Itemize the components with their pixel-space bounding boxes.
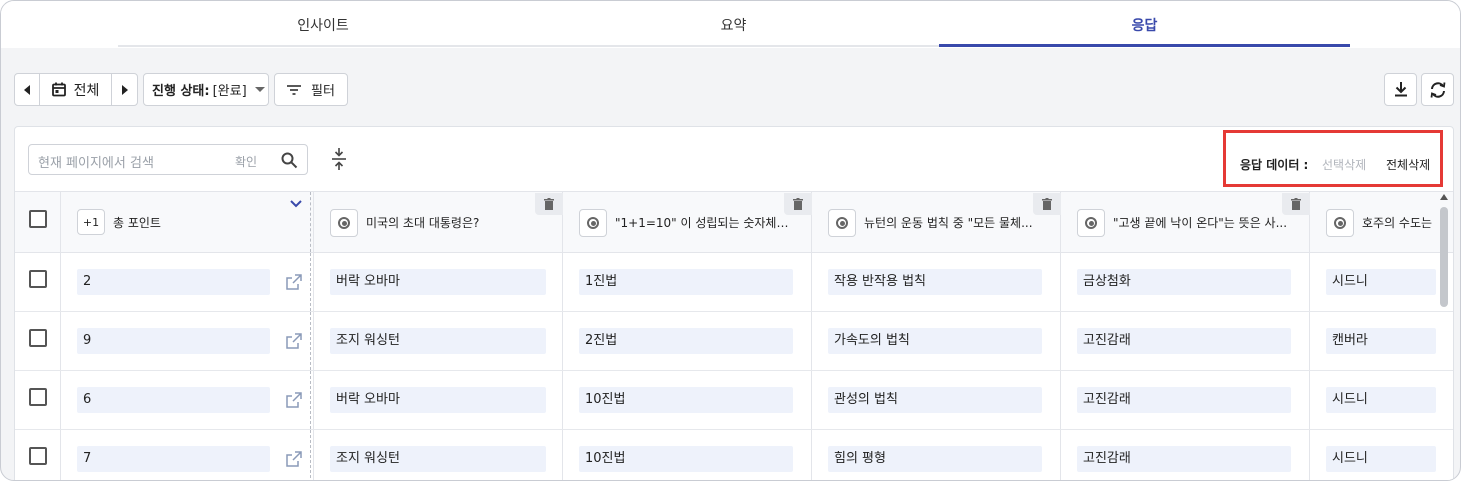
select-all-checkbox[interactable] — [29, 210, 47, 228]
answer-cell: 10진법 — [579, 387, 793, 413]
table-row: 2 버락 오바마 1진법 작용 반작용 법칙 금상첨화 시드니 — [15, 253, 1453, 312]
refresh-button[interactable] — [1421, 73, 1454, 106]
next-period-button[interactable] — [111, 74, 137, 105]
question-header: 미국의 초대 대통령은? — [366, 216, 480, 230]
vertical-scrollbar[interactable] — [1440, 207, 1448, 307]
question-type-icon — [579, 209, 607, 237]
delete-column-button[interactable] — [784, 193, 812, 215]
answer-cell: 고진감래 — [1077, 387, 1291, 413]
delete-column-button[interactable] — [1282, 193, 1310, 215]
answer-cell: 조지 워싱턴 — [330, 446, 546, 472]
table-row: 7 조지 워싱턴 10진법 힘의 평형 고진감래 시드니 — [15, 430, 1453, 480]
row-checkbox[interactable] — [29, 270, 47, 288]
status-filter-value: [완료] — [212, 84, 247, 99]
row-checkbox[interactable] — [29, 388, 47, 406]
status-filter-select[interactable]: 진행 상태: [완료] — [143, 73, 269, 106]
delete-column-button[interactable] — [1033, 193, 1061, 215]
points-cell: 7 — [77, 446, 270, 472]
filter-icon — [287, 84, 302, 95]
responses-panel: 인사이트 요약 응답 전체 진행 상태: [완료] 필터 현재 페이지에서 검색… — [0, 0, 1461, 481]
points-cell: 9 — [77, 328, 270, 354]
table-row: 6 버락 오바마 10진법 관성의 법칙 고진감래 시드니 — [15, 371, 1453, 430]
filter-button[interactable]: 필터 — [274, 73, 348, 106]
question-header: 호주의 수도는 — [1362, 216, 1433, 230]
answer-cell: 2진법 — [579, 328, 793, 354]
answer-cell: 금상첨화 — [1077, 269, 1291, 295]
calendar-icon — [51, 82, 66, 97]
question-type-icon — [828, 209, 856, 237]
delete-all-button[interactable]: 전체삭제 — [1386, 156, 1430, 173]
filter-label: 필터 — [311, 84, 335, 99]
delete-column-button[interactable] — [535, 193, 563, 215]
trash-icon — [793, 198, 803, 210]
answer-cell: 1진법 — [579, 269, 793, 295]
answer-cell: 작용 반작용 법칙 — [828, 269, 1042, 295]
answer-cell: 고진감래 — [1077, 446, 1291, 472]
delete-selected-button[interactable]: 선택삭제 — [1322, 156, 1366, 173]
answer-cell: 힘의 평형 — [828, 446, 1042, 472]
previous-period-button[interactable] — [15, 74, 39, 105]
chevron-down-icon — [254, 87, 265, 92]
search-box: 현재 페이지에서 검색 확인 — [28, 144, 308, 175]
row-checkbox[interactable] — [29, 447, 47, 465]
status-filter-label: 진행 상태: — [152, 84, 210, 99]
answer-cell: 시드니 — [1326, 446, 1436, 472]
tab-responses[interactable]: 응답 — [939, 1, 1350, 48]
answer-cell: 시드니 — [1326, 269, 1436, 295]
answer-cell: 시드니 — [1326, 387, 1436, 413]
trash-icon — [544, 198, 554, 210]
question-header: "고생 끝에 낙이 온다"는 뜻은 사... — [1113, 216, 1288, 230]
responses-card: 현재 페이지에서 검색 확인 응답 데이터 : 선택삭제 전체삭제 +1 총 포… — [14, 126, 1454, 480]
points-cell: 2 — [77, 269, 270, 295]
table-row: 9 조지 워싱턴 2진법 가속도의 법칙 고진감래 캔버라 — [15, 312, 1453, 371]
tab-bar: 인사이트 요약 응답 — [1, 1, 1460, 48]
refresh-icon — [1430, 81, 1445, 98]
answer-cell: 관성의 법칙 — [828, 387, 1042, 413]
date-range-label: 전체 — [73, 82, 100, 99]
question-type-icon — [1077, 209, 1105, 237]
question-header: "1+1=10" 이 성립되는 숫자체계... — [615, 216, 793, 230]
caret-right-icon — [121, 84, 128, 95]
trash-icon — [1291, 198, 1301, 210]
trash-icon — [1042, 198, 1052, 210]
download-icon — [1394, 82, 1407, 97]
question-type-icon — [330, 209, 358, 237]
tab-summary[interactable]: 요약 — [528, 1, 939, 48]
table-header: +1 총 포인트 미국의 초대 대통령은? "1+1=10" 이 성립되는 숫자… — [15, 191, 1453, 253]
answer-cell: 가속도의 법칙 — [828, 328, 1042, 354]
open-external-icon[interactable] — [286, 333, 302, 349]
collapse-rows-icon[interactable] — [331, 147, 347, 171]
response-data-label: 응답 데이터 : — [1240, 158, 1309, 172]
tab-insight[interactable]: 인사이트 — [118, 1, 528, 48]
row-checkbox[interactable] — [29, 329, 47, 347]
answer-cell: 10진법 — [579, 446, 793, 472]
date-range-selector: 전체 — [14, 73, 138, 106]
search-confirm-button[interactable]: 확인 — [235, 153, 257, 170]
points-badge[interactable]: +1 — [77, 209, 105, 235]
answer-cell: 버락 오바마 — [330, 269, 546, 295]
answer-cell: 버락 오바마 — [330, 387, 546, 413]
response-data-actions: 응답 데이터 : 선택삭제 전체삭제 — [1223, 130, 1443, 187]
chevron-down-icon[interactable] — [289, 199, 303, 209]
date-range-button[interactable]: 전체 — [39, 74, 111, 105]
answer-cell: 캔버라 — [1326, 328, 1436, 354]
answer-cell: 고진감래 — [1077, 328, 1291, 354]
question-type-icon — [1326, 209, 1354, 237]
points-cell: 6 — [77, 387, 270, 413]
open-external-icon[interactable] — [286, 392, 302, 408]
download-button[interactable] — [1384, 73, 1417, 106]
open-external-icon[interactable] — [286, 274, 302, 290]
points-column-header: 총 포인트 — [113, 216, 161, 230]
question-header: 뉴턴의 운동 법칙 중 "모든 물체... — [864, 216, 1033, 230]
open-external-icon[interactable] — [286, 451, 302, 467]
scroll-up-arrow-icon[interactable] — [1440, 194, 1448, 200]
answer-cell: 조지 워싱턴 — [330, 328, 546, 354]
search-icon[interactable] — [281, 152, 298, 169]
caret-left-icon — [24, 84, 30, 95]
search-input[interactable]: 현재 페이지에서 검색 — [38, 152, 154, 171]
